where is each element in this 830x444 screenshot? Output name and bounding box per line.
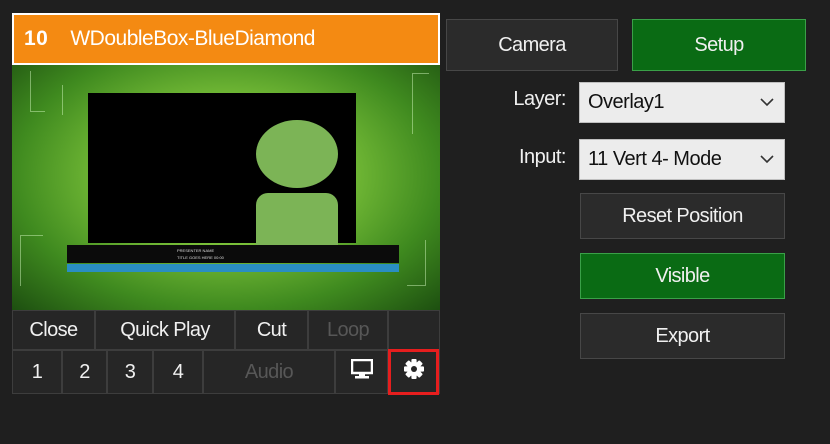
layer-select[interactable]: Overlay1 [579,82,785,123]
overlay-2-button[interactable]: 2 [62,350,107,394]
tab-setup[interactable]: Setup [632,19,806,71]
person-head-shape [256,120,338,188]
empty-slot [388,310,440,350]
lower-third-line2: TITLE GOES HERE 00:00 [177,255,224,260]
quick-play-button[interactable]: Quick Play [95,310,235,350]
input-preview[interactable]: PRESENTER NAME TITLE GOES HERE 00:00 [12,65,440,310]
preview-video-frame [88,93,356,263]
cut-button[interactable]: Cut [235,310,308,350]
loop-button[interactable]: Loop [308,310,388,350]
overlay-1-button[interactable]: 1 [12,350,62,394]
output-monitor-button[interactable] [335,350,388,394]
input-select[interactable]: 11 Vert 4- Mode [579,139,785,180]
visible-toggle-button[interactable]: Visible [580,253,785,299]
input-label: Input: [518,146,567,168]
lower-third-line1: PRESENTER NAME [177,248,215,253]
chevron-down-icon [760,155,774,164]
input-number: 10 [24,27,49,50]
chevron-down-icon [760,98,774,107]
export-button[interactable]: Export [580,313,785,359]
layer-select-value: Overlay1 [588,91,665,113]
input-title-bar[interactable]: 10 WDoubleBox-BlueDiamond [12,13,440,65]
overlay-4-button[interactable]: 4 [153,350,203,394]
input-select-value: 11 Vert 4- Mode [588,148,722,170]
layer-label: Layer: [513,88,566,110]
overlay-3-button[interactable]: 3 [107,350,153,394]
reset-position-button[interactable]: Reset Position [580,193,785,239]
lower-third-graphic: PRESENTER NAME TITLE GOES HERE 00:00 [67,245,399,263]
audio-button[interactable]: Audio [203,350,335,394]
close-button[interactable]: Close [12,310,95,350]
monitor-icon [350,358,373,385]
tab-camera[interactable]: Camera [446,19,618,71]
input-name: WDoubleBox-BlueDiamond [70,27,315,50]
settings-highlight-box [388,349,439,395]
lower-third-accent-bar [67,264,399,272]
